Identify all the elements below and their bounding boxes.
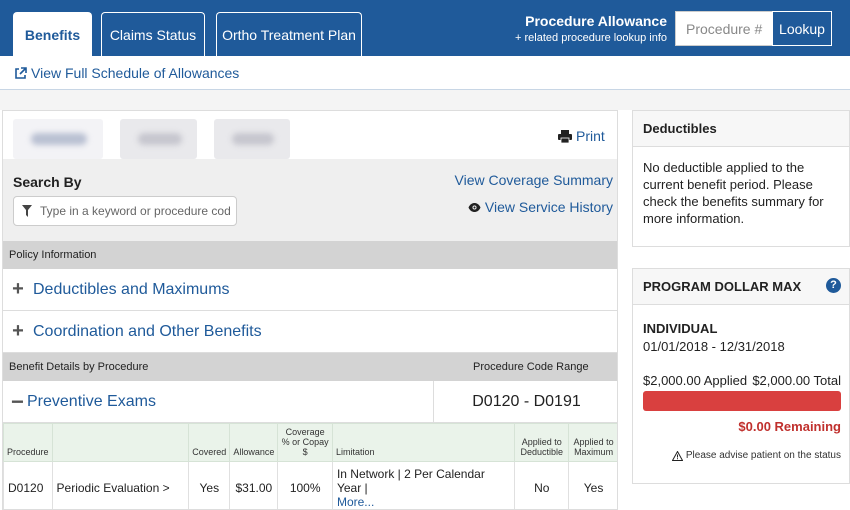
view-schedule-label: View Full Schedule of Allowances [31, 65, 240, 81]
print-label: Print [576, 128, 605, 144]
deductibles-body: No deductible applied to the current ben… [643, 160, 824, 226]
member-tab-3[interactable] [214, 119, 290, 159]
coverage-value: 100% [277, 461, 333, 509]
individual-label: INDIVIDUAL [643, 321, 718, 336]
collapse-icon[interactable]: − [11, 389, 24, 415]
expand-icon: + [12, 278, 24, 300]
preventive-exams-label[interactable]: Preventive Exams [27, 393, 156, 411]
table-header-row: Procedure Covered Allowance Coverage % o… [3, 423, 617, 462]
section-gap [0, 90, 850, 110]
deductibles-panel: Deductibles No deductible applied to the… [632, 110, 850, 247]
col-coverage: Coverage % or Copay $ [277, 423, 333, 462]
tab-benefits[interactable]: Benefits [13, 12, 92, 56]
accordion-deductibles-maximums[interactable]: + Deductibles and Maximums [3, 269, 617, 311]
printer-icon [558, 129, 572, 143]
help-icon[interactable]: ? [826, 278, 841, 293]
benefit-period-dates: 01/01/2018 - 12/31/2018 [643, 339, 785, 354]
col-allowance: Allowance [229, 423, 279, 462]
procedure-allowance-title: Procedure Allowance [525, 13, 667, 29]
service-history-label: View Service History [484, 199, 613, 215]
limitation-cell: In Network | 2 Per Calendar Year | More.… [331, 461, 516, 509]
preventive-exams-row: − Preventive Exams D0120 - D0191 [3, 381, 617, 423]
preventive-code-range: D0120 - D0191 [433, 381, 617, 423]
lookup-button[interactable]: Lookup [772, 11, 832, 46]
procedure-table: Procedure Covered Allowance Coverage % o… [3, 423, 617, 509]
procedure-description-link[interactable]: Periodic Evaluation > [51, 461, 190, 509]
program-dollar-max-header: PROGRAM DOLLAR MAX ? [633, 269, 849, 305]
applied-amount: $2,000.00 Applied [643, 373, 748, 388]
search-input[interactable] [40, 201, 230, 221]
col-applied-deductible: Applied to Deductible [514, 423, 570, 462]
tab-claims-status[interactable]: Claims Status [101, 12, 205, 56]
procedure-allowance-subtitle: + related procedure lookup info [515, 32, 667, 44]
deductibles-title: Deductibles [633, 111, 849, 147]
limitation-text: In Network | 2 Per Calendar Year | [336, 466, 485, 495]
accordion-label: Coordination and Other Benefits [33, 322, 262, 340]
procedure-number-input[interactable] [675, 11, 772, 46]
total-amount: $2,000.00 Total [752, 373, 841, 388]
benefit-details-label: Benefit Details by Procedure [9, 361, 149, 373]
search-box [13, 196, 237, 226]
col-procedure: Procedure [3, 423, 53, 462]
allowance-value: $31.00 [229, 461, 279, 509]
usage-progress-bar [643, 391, 841, 411]
col-covered: Covered [188, 423, 231, 462]
search-by-label: Search By [13, 174, 82, 190]
applied-deductible-value: No [514, 461, 570, 509]
policy-information-header: Policy Information [3, 241, 617, 269]
remaining-amount: $0.00 Remaining [738, 419, 841, 434]
warning-icon [671, 450, 683, 461]
accordion-label: Deductibles and Maximums [33, 280, 230, 298]
col-description [51, 423, 190, 462]
tab-ortho-treatment-plan[interactable]: Ortho Treatment Plan [216, 12, 362, 56]
member-tab-1[interactable] [13, 119, 103, 159]
print-link[interactable]: Print [558, 128, 605, 144]
col-limitation: Limitation [331, 423, 516, 462]
view-coverage-summary-link[interactable]: View Coverage Summary [455, 172, 613, 188]
table-row: D0120 Periodic Evaluation > Yes $31.00 1… [3, 461, 617, 509]
eye-icon [468, 202, 481, 212]
advise-note: Please advise patient on the status [671, 450, 841, 461]
expand-icon: + [12, 320, 24, 342]
limitation-more-link[interactable]: More... [337, 495, 510, 509]
procedure-code-range-label: Procedure Code Range [473, 361, 589, 373]
advise-text: Please advise patient on the status [685, 450, 841, 461]
accordion-coordination-benefits[interactable]: + Coordination and Other Benefits [3, 311, 617, 353]
external-link-icon [15, 66, 27, 79]
member-tab-2[interactable] [120, 119, 197, 159]
col-applied-maximum: Applied to Maximum [568, 423, 617, 462]
covered-value: Yes [188, 461, 231, 509]
schedule-bar: View Full Schedule of Allowances [0, 56, 850, 90]
applied-maximum-link[interactable]: Yes [568, 461, 617, 509]
view-service-history-link[interactable]: View Service History [468, 199, 613, 215]
view-schedule-link[interactable]: View Full Schedule of Allowances [14, 65, 239, 81]
benefits-main-panel: Print Search By View Coverage Summary Vi… [2, 110, 618, 510]
benefit-details-header: Benefit Details by Procedure Procedure C… [3, 353, 617, 381]
program-dollar-max-panel: PROGRAM DOLLAR MAX ? INDIVIDUAL 01/01/20… [632, 268, 850, 484]
procedure-code: D0120 [3, 461, 53, 509]
program-dollar-max-title: PROGRAM DOLLAR MAX [643, 279, 802, 294]
top-nav-bar: Benefits Claims Status Ortho Treatment P… [0, 0, 850, 56]
usage-progress-fill [643, 391, 841, 411]
search-area: Search By View Coverage Summary View Ser… [3, 159, 617, 241]
filter-icon [22, 205, 32, 217]
